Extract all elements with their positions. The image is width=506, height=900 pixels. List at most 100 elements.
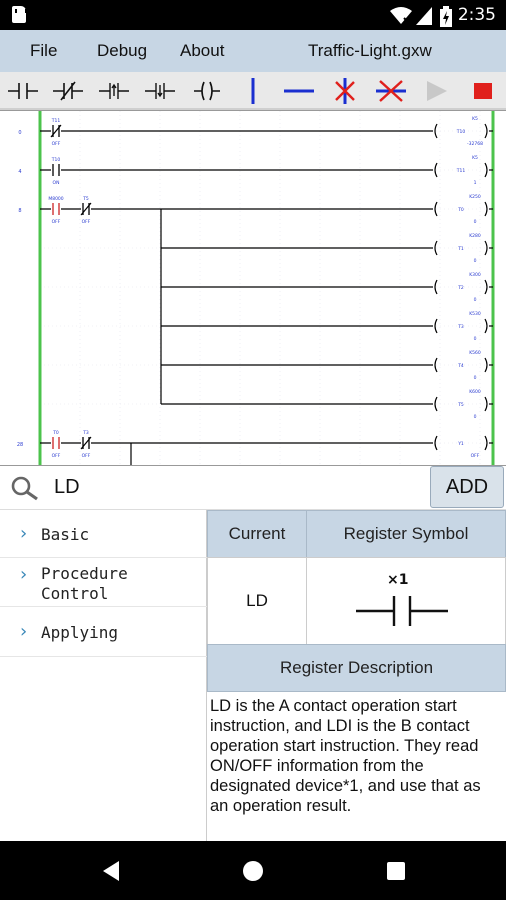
category-label: Basic — [41, 525, 90, 544]
contact-state: OFF — [52, 219, 61, 225]
contact-state: OFF — [82, 219, 91, 225]
category-label: Procedure — [41, 564, 128, 583]
coil-right — [484, 396, 488, 412]
coil-right — [484, 123, 488, 139]
search-bar: LD ADD — [0, 466, 506, 510]
coil-right — [484, 318, 488, 334]
coil-setting: K600 — [469, 389, 481, 395]
coil-device: T1 — [457, 246, 464, 252]
delete-horizontal-line-icon[interactable] — [370, 74, 412, 108]
coil-value: 0 — [474, 414, 477, 420]
coil-value: 0 — [474, 219, 477, 225]
search-input[interactable]: LD — [54, 476, 80, 499]
register-description-header: Register Description — [207, 644, 506, 692]
signal-icon — [416, 7, 432, 25]
contact-state: OFF — [52, 453, 61, 459]
coil-setting: K5 — [472, 116, 478, 122]
coil-device: T2 — [457, 285, 464, 291]
stop-icon[interactable] — [462, 74, 504, 108]
coil-setting: K280 — [469, 233, 481, 239]
current-header: Current — [207, 510, 307, 558]
clock: 2:35 — [457, 5, 496, 25]
vertical-line-icon[interactable] — [232, 74, 274, 108]
contact-label: T3 — [82, 430, 89, 436]
category-item-procedure-control[interactable]: › Procedure Control — [0, 558, 207, 607]
category-list: › Basic › Procedure Control › Applying — [0, 510, 207, 841]
run-icon[interactable] — [416, 74, 458, 108]
register-symbol: ×1 — [306, 557, 506, 645]
category-label: Applying — [41, 623, 119, 642]
back-icon[interactable] — [101, 860, 121, 882]
step-number: 28 — [17, 442, 23, 448]
coil-value: 0 — [474, 375, 477, 381]
symbol-multiplier-label: ×1 — [387, 572, 409, 588]
ladder-diagram[interactable]: 0 T11 OFF K5 T10 -32768 4 T10 ON K5 T11 1 8 M8000 OFF T… — [0, 110, 506, 466]
contact-label: T11 — [51, 118, 61, 124]
category-label: Control — [41, 584, 109, 603]
recents-icon[interactable] — [386, 861, 406, 881]
coil-value: -32768 — [467, 141, 483, 147]
contact-label: M8000 — [48, 196, 63, 202]
coil-device: Y1 — [457, 441, 464, 447]
coil-setting: K5 — [472, 155, 478, 161]
menu-bar: File Debug About Traffic-Light.gxw — [0, 30, 506, 72]
contact-state: OFF — [52, 141, 61, 147]
coil-right — [484, 162, 488, 178]
delete-vertical-line-icon[interactable] — [324, 74, 366, 108]
coil-device: T5 — [457, 402, 464, 408]
document-title: Traffic-Light.gxw — [308, 41, 432, 60]
rising-edge-contact-icon[interactable] — [93, 74, 135, 108]
coil-setting: K560 — [469, 350, 481, 356]
status-bar: 2:35 — [0, 0, 506, 30]
contact-label: T10 — [51, 157, 61, 163]
register-description: LD is the A contact operation start inst… — [210, 697, 481, 815]
step-number: 4 — [18, 169, 21, 175]
navigation-bar — [0, 841, 506, 900]
register-symbol-header: Register Symbol — [306, 510, 506, 558]
coil-icon[interactable] — [186, 74, 228, 108]
nc-contact-icon[interactable] — [47, 74, 89, 108]
contact-symbol-icon — [356, 596, 448, 626]
menu-debug[interactable]: Debug — [97, 41, 147, 61]
wifi-icon — [390, 7, 412, 25]
contact-label: T5 — [82, 196, 89, 202]
coil-right — [484, 201, 488, 217]
step-number: 0 — [18, 130, 21, 136]
chevron-right-icon: › — [20, 621, 28, 642]
category-item-basic[interactable]: › Basic — [0, 510, 207, 558]
coil-right — [484, 435, 488, 451]
coil-value: 1 — [474, 180, 477, 186]
toolbar — [0, 72, 506, 110]
no-contact-icon[interactable] — [2, 74, 44, 108]
search-icon[interactable] — [10, 475, 40, 501]
coil-device: T3 — [457, 324, 464, 330]
menu-about[interactable]: About — [180, 41, 224, 61]
chevron-right-icon: › — [20, 523, 28, 544]
category-item-applying[interactable]: › Applying — [0, 607, 207, 657]
coil-device: T0 — [457, 207, 464, 213]
coil-value: OFF — [471, 453, 480, 459]
coil-setting: K530 — [469, 311, 481, 317]
coil-setting: K250 — [469, 194, 481, 200]
contact-state: ON — [53, 180, 60, 186]
chevron-right-icon: › — [20, 564, 28, 585]
coil-value: 0 — [474, 258, 477, 264]
falling-edge-contact-icon[interactable] — [139, 74, 181, 108]
coil-device: T10 — [456, 129, 466, 135]
instruction-detail: Current Register Symbol LD ×1 Register D… — [207, 510, 506, 841]
coil-right — [484, 240, 488, 256]
coil-right — [484, 279, 488, 295]
coil-device: T11 — [456, 168, 466, 174]
coil-device: T4 — [457, 363, 464, 369]
home-icon[interactable] — [242, 860, 264, 882]
menu-file[interactable]: File — [30, 41, 57, 61]
current-instruction: LD — [207, 557, 307, 645]
coil-value: 0 — [474, 336, 477, 342]
add-button[interactable]: ADD — [430, 466, 504, 508]
coil-right — [484, 357, 488, 373]
ladder-canvas[interactable]: 0T11OFFK5T10-327684T10ONK5T1118M8000OFFT… — [0, 111, 506, 466]
horizontal-line-icon[interactable] — [278, 74, 320, 108]
step-number: 8 — [18, 208, 21, 214]
contact-state: OFF — [82, 453, 91, 459]
contact-label: T0 — [52, 430, 59, 436]
